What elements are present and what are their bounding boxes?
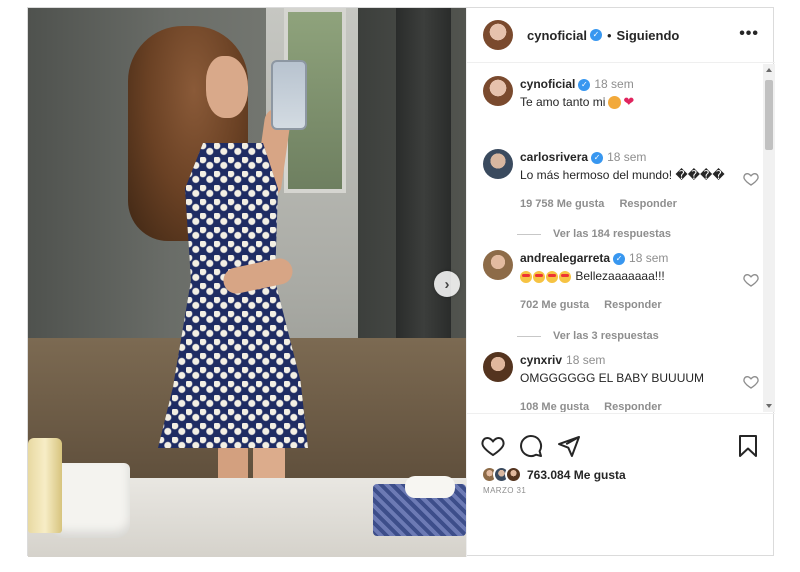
bookmark-icon[interactable] — [737, 434, 759, 458]
post-sidebar: cynoficial ✓ • Siguiendo ••• cynoficial ✓… — [466, 8, 775, 557]
separator-dot: • — [606, 27, 612, 43]
comment-username[interactable]: cynxriv — [520, 353, 562, 367]
post-actions: 763.084 Me gusta MARZO 31 — [467, 413, 775, 557]
comment-item: andrealegarreta ✓ 18 sem Bellezaaaaaaa!!! … — [483, 250, 759, 313]
view-replies-button[interactable]: Ver las 184 respuestas — [517, 228, 671, 240]
share-icon[interactable] — [557, 434, 581, 458]
comment-likes[interactable]: 108 Me gusta — [520, 401, 589, 412]
comment-username[interactable]: andrealegarreta — [520, 251, 610, 265]
comment-time[interactable]: 18 sem — [594, 77, 633, 91]
author-username[interactable]: cynoficial — [527, 28, 587, 43]
reply-button[interactable]: Responder — [619, 198, 676, 210]
verified-icon: ✓ — [589, 29, 602, 41]
comment-item: cynxriv 18 sem OMGGGGGG EL BABY BUUUUM 10… — [483, 352, 759, 412]
scrollbar-thumb[interactable] — [765, 80, 773, 150]
photo-phone — [271, 60, 307, 130]
avatar[interactable] — [483, 250, 513, 280]
heart-icon[interactable] — [481, 434, 505, 458]
star-eyes-emoji-icon — [533, 270, 545, 283]
comment-text: OMGGGGGG EL BABY BUUUUM — [520, 371, 705, 385]
comment-item: carlosrivera ✓ 18 sem Lo más hermoso del m… — [483, 149, 759, 212]
heart-icon[interactable] — [743, 171, 759, 187]
comment-meta: 702 Me gusta Responder — [520, 297, 674, 313]
action-icons — [481, 434, 581, 458]
replies-divider — [517, 233, 541, 235]
photo-towel — [405, 476, 455, 498]
lion-emoji-icon — [608, 96, 622, 110]
comment-time[interactable]: 18 sem — [629, 251, 668, 265]
verified-icon: ✓ — [613, 252, 626, 265]
star-eyes-emoji-icon — [559, 270, 571, 283]
more-options-icon[interactable]: ••• — [739, 25, 759, 43]
liker-avatar — [505, 466, 522, 483]
comment-time[interactable]: 18 sem — [566, 353, 605, 367]
photo-curtain — [396, 8, 451, 378]
comment-text-row: Bellezaaaaaaa!!! — [520, 268, 674, 284]
avatar[interactable] — [483, 76, 513, 106]
reply-button[interactable]: Responder — [604, 299, 661, 311]
caption: cynoficial ✓ 18 sem Te amo tanto mi ❤ — [483, 76, 759, 110]
reply-button[interactable]: Responder — [604, 401, 661, 412]
comment-icon[interactable] — [519, 434, 543, 458]
replies-divider — [517, 335, 541, 337]
star-eyes-emoji-icon — [520, 270, 532, 283]
photo-face — [206, 56, 248, 118]
verified-icon: ✓ — [591, 151, 604, 164]
view-replies-label: Ver las 3 respuestas — [553, 330, 659, 342]
photo-bottle — [28, 438, 62, 533]
heart-icon[interactable] — [743, 374, 759, 390]
post-date[interactable]: MARZO 31 — [483, 486, 526, 495]
heart-icon[interactable] — [743, 272, 759, 288]
verified-icon: ✓ — [578, 78, 591, 91]
comment-text: Bellezaaaaaaa!!! — [575, 269, 665, 283]
photo-sink — [50, 463, 130, 538]
comment-username[interactable]: cynoficial — [520, 77, 575, 91]
comment-username[interactable]: carlosrivera — [520, 150, 588, 164]
avatar[interactable] — [483, 149, 513, 179]
post-photo[interactable]: › — [28, 8, 466, 557]
view-replies-label: Ver las 184 respuestas — [553, 228, 672, 240]
author-avatar[interactable] — [483, 20, 513, 50]
comment-meta: 108 Me gusta Responder — [520, 399, 704, 412]
following-button[interactable]: Siguiendo — [617, 28, 680, 43]
comment-likes[interactable]: 19 758 Me gusta — [520, 198, 604, 210]
comments-list[interactable]: cynoficial ✓ 18 sem Te amo tanto mi ❤ carlo… — [467, 64, 775, 412]
scroll-up-icon[interactable] — [766, 68, 772, 72]
caption-text: Te amo tanto mi — [520, 95, 606, 109]
avatar[interactable] — [483, 352, 513, 382]
next-photo-button[interactable]: › — [434, 271, 460, 297]
comment-time[interactable]: 18 sem — [607, 150, 646, 164]
likes-count[interactable]: 763.084 Me gusta — [527, 468, 626, 482]
comments-scrollbar[interactable] — [763, 64, 775, 412]
comment-meta: 19 758 Me gusta Responder — [520, 196, 725, 212]
likes-summary[interactable]: 763.084 Me gusta — [481, 466, 626, 483]
heart-emoji-icon: ❤ — [623, 94, 635, 109]
scroll-down-icon[interactable] — [766, 404, 772, 408]
comment-text: Lo más hermoso del mundo! ���� — [520, 168, 725, 182]
view-replies-button[interactable]: Ver las 3 respuestas — [517, 330, 659, 342]
post-header: cynoficial ✓ • Siguiendo ••• — [467, 8, 775, 63]
caption-text-row: Te amo tanto mi ❤ — [520, 94, 634, 110]
instagram-post: › cynoficial ✓ • Siguiendo ••• cynoficia… — [27, 7, 775, 557]
comment-likes[interactable]: 702 Me gusta — [520, 299, 589, 311]
star-eyes-emoji-icon — [546, 270, 558, 283]
chevron-right-icon: › — [444, 275, 450, 293]
